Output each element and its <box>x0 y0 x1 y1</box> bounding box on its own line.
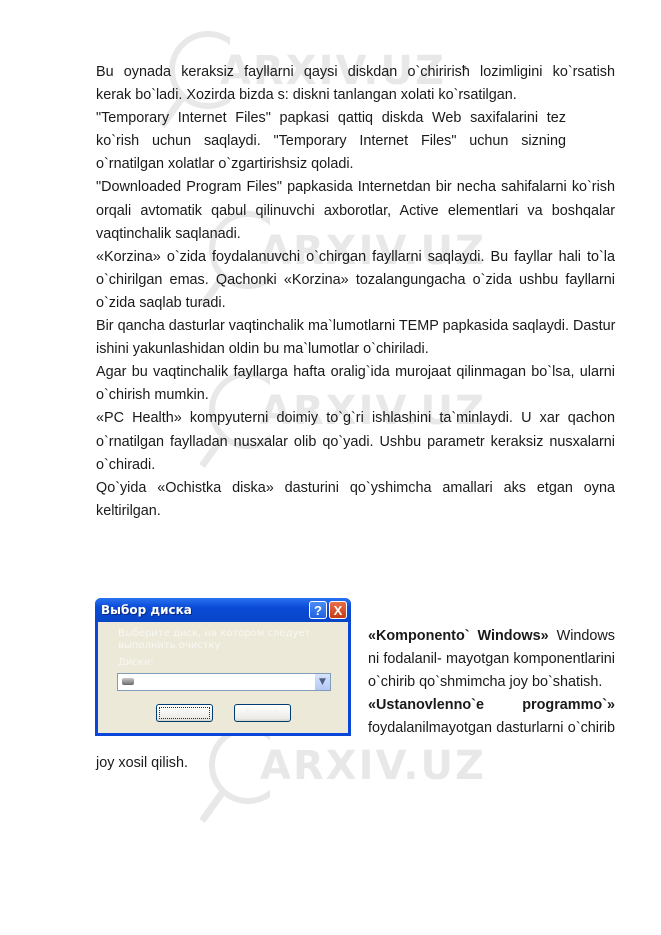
document-body: Bu oynada keraksiz fayllarni qaysi diskd… <box>96 61 615 523</box>
text-line: ishini yakunlashidan oldin bu ma`lumotla… <box>96 341 429 358</box>
dialog-prompt: Выберите диск, на котором следует выполн… <box>118 628 311 651</box>
text-line: Bu oynada keraksiz fayllarni qaysi diskd… <box>96 64 615 80</box>
select-drive-dialog: Выбор диска ? X Выберите диск, на которо… <box>95 598 351 736</box>
text-line: joy xosil qilish. <box>96 755 188 771</box>
side-text: «Komponento` Windows» Windows ni fodalan… <box>368 625 615 740</box>
text-line: «Ustanovlenno`e programmo`» <box>368 694 615 717</box>
paragraph: «Korzina» o`zida foydalanuvchi o`chirgan… <box>96 246 615 315</box>
drive-select[interactable]: ▼ <box>117 673 331 691</box>
paragraph: "Temporary Internet Files" papkasi qatti… <box>96 107 615 176</box>
text-line: «Korzina» o`zida foydalanuvchi o`chirgan… <box>96 248 615 265</box>
paragraph: Bir qancha dasturlar vaqtinchalik ma`lum… <box>96 315 615 361</box>
text-line: o`rnatilgan faylladan nusxalar olib qo`y… <box>96 433 615 450</box>
text-line: Agar bu vaqtinchalik fayllarga hafta ora… <box>96 364 615 381</box>
text-line: "Temporary Internet Files" papkasi qatti… <box>96 110 566 127</box>
paragraph: Bu oynada keraksiz fayllarni qaysi diskd… <box>96 61 615 107</box>
chevron-down-icon[interactable]: ▼ <box>315 674 330 690</box>
text-line: o`zida saqlab turadi. <box>96 294 226 311</box>
dialog-client: Выберите диск, на котором следует выполн… <box>98 622 348 733</box>
text-line: ni fodalanil- mayotgan komponentlarini <box>368 651 615 668</box>
text-line: o`chirish mumkin. <box>96 387 209 404</box>
text-line: vaqtinchalik saqlanadi. <box>96 225 241 242</box>
drives-label: Диски: <box>118 657 154 668</box>
help-icon[interactable]: ? <box>309 601 327 619</box>
text-line: foydalanilmayotgan dasturlarni o`chirib <box>368 720 615 737</box>
text-line: ko`rish uchun saqlaydi. "Temporary Inter… <box>96 133 566 150</box>
text-line: kerak bo`ladi. Xozirda bizda s: diskni t… <box>96 87 517 104</box>
text-line: o`chirib qo`shmimcha joy bo`shatish. <box>368 674 603 691</box>
text-line: keltirilgan. <box>96 502 161 519</box>
ok-button[interactable]: OK <box>156 704 213 722</box>
text-line: o`chirilgan emas. Qachonki «Korzina» toz… <box>96 271 615 288</box>
paragraph: Agar bu vaqtinchalik fayllarga hafta ora… <box>96 361 615 407</box>
text-line: «Komponento` Windows» Windows <box>368 628 615 644</box>
paragraph: "Downloaded Program Files" papkasida Int… <box>96 176 615 245</box>
paragraph: Qo`yida «Ochistka diska» dasturini qo`ys… <box>96 477 615 523</box>
bold-term: «Ustanovlenno`e <box>368 697 484 714</box>
exit-button[interactable]: Выход <box>234 704 291 722</box>
bold-term: «Komponento` Windows» <box>368 628 549 644</box>
text-line: o`chiradi. <box>96 456 156 473</box>
close-icon[interactable]: X <box>329 601 347 619</box>
text-line: "Downloaded Program Files" papkasida Int… <box>96 179 615 196</box>
dialog-title: Выбор диска <box>101 603 192 617</box>
hard-drive-icon <box>122 678 134 685</box>
bold-term: programmo`» <box>522 697 615 714</box>
paragraph: «PC Health» kompyuterni doimiy to`g`ri i… <box>96 407 615 476</box>
text-line: Bir qancha dasturlar vaqtinchalik ma`lum… <box>96 318 616 335</box>
text-line: «PC Health» kompyuterni doimiy to`g`ri i… <box>96 410 615 427</box>
dialog-titlebar: Выбор диска ? X <box>95 598 351 622</box>
text-line: o`rnatilgan xolatlar o`zgartirishsiz qol… <box>96 156 354 173</box>
magnifier-icon <box>200 726 270 824</box>
text-line: Qo`yida «Ochistka diska» dasturini qo`ys… <box>96 479 615 496</box>
text-line: orqali avtomatik qabul qilinuvchi axboro… <box>96 202 615 219</box>
